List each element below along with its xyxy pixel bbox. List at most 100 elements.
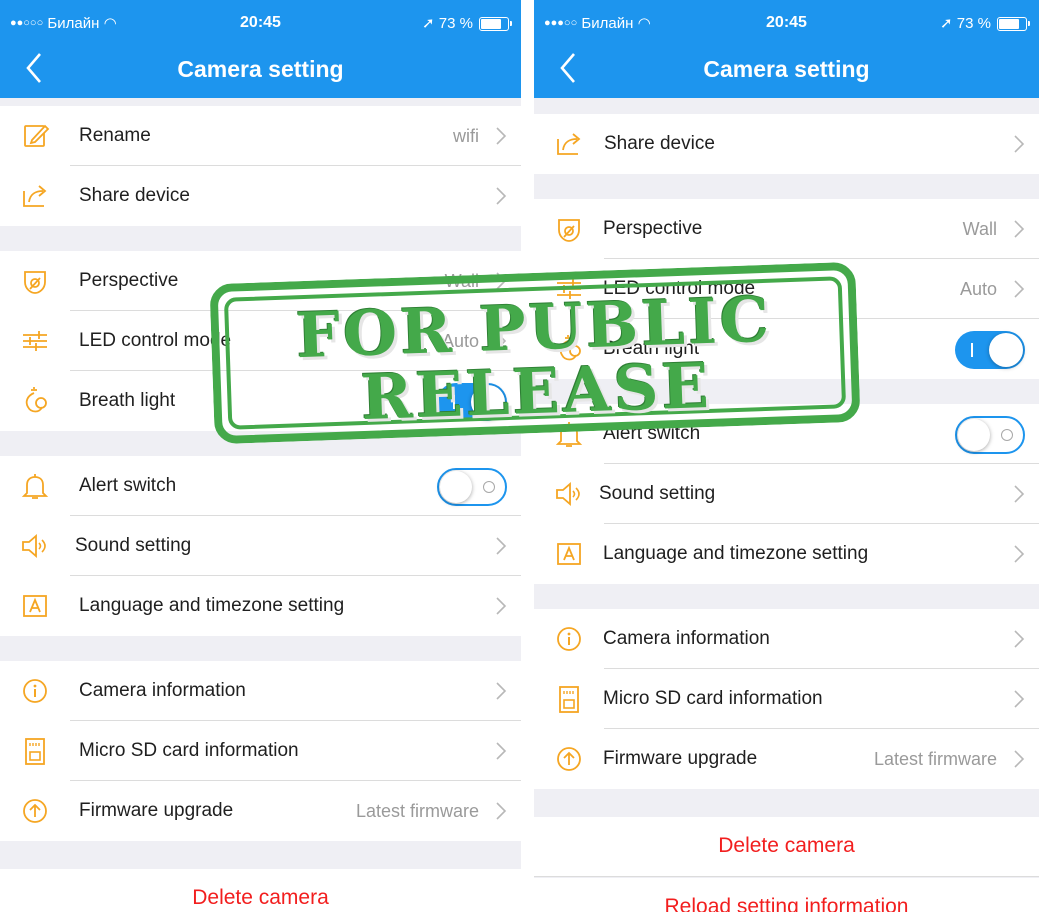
- row-camera-information[interactable]: Camera information: [0, 661, 521, 721]
- rename-icon: [20, 121, 50, 151]
- breath-light-icon: [20, 386, 50, 416]
- settings-list: Rename wifi Share device Perspective Wal…: [0, 98, 521, 912]
- row-share-device[interactable]: Share device: [0, 166, 521, 226]
- section-gap: [534, 584, 1039, 609]
- chevron-right-icon: [1013, 689, 1025, 709]
- status-bar: ●●○○○ Билайн ◠ 20:45 ➚ 73 %: [0, 14, 521, 36]
- chevron-right-icon: [495, 681, 507, 701]
- row-sound-setting[interactable]: Sound setting: [0, 516, 521, 576]
- row-label: Sound setting: [599, 483, 716, 504]
- chevron-right-icon: [495, 126, 507, 146]
- status-bar: ●●●○○ Билайн ◠ 20:45 ➚ 73 %: [534, 14, 1039, 36]
- row-value: wifi: [453, 126, 479, 146]
- alert-switch-toggle[interactable]: [955, 416, 1025, 454]
- section-gap: [0, 98, 521, 106]
- section-gap: [0, 841, 521, 869]
- sliders-icon: [20, 326, 50, 356]
- upgrade-arrow-icon: [20, 796, 50, 826]
- row-label: Perspective: [603, 218, 703, 239]
- info-icon: [554, 624, 584, 654]
- chevron-right-icon: [1013, 219, 1025, 239]
- left-phone-screen: ●●○○○ Билайн ◠ 20:45 ➚ 73 % Camera setti…: [0, 0, 521, 912]
- perspective-icon: [20, 266, 50, 296]
- section-gap: [0, 226, 521, 251]
- row-label: Perspective: [79, 270, 179, 291]
- section-gap: [534, 789, 1039, 817]
- row-micro-sd-card[interactable]: Micro SD card information: [534, 669, 1039, 729]
- row-label: Camera information: [79, 680, 246, 701]
- row-label: Sound setting: [75, 535, 192, 556]
- row-label: Firmware upgrade: [79, 800, 234, 821]
- row-label: Alert switch: [79, 475, 177, 496]
- alert-switch-toggle[interactable]: [437, 468, 507, 506]
- row-firmware-upgrade[interactable]: Firmware upgrade Latest firmware: [0, 781, 521, 841]
- row-label: Firmware upgrade: [603, 748, 758, 769]
- chevron-right-icon: [1013, 134, 1025, 154]
- sd-card-icon: [554, 684, 584, 714]
- row-label: Micro SD card information: [79, 740, 299, 761]
- language-icon: [554, 539, 584, 569]
- share-icon: [20, 181, 50, 211]
- chevron-right-icon: [495, 801, 507, 821]
- row-alert-switch: Alert switch: [0, 456, 521, 516]
- chevron-right-icon: [495, 536, 507, 556]
- battery-percent: ➚ 73 %: [940, 15, 991, 32]
- speaker-icon: [20, 531, 50, 561]
- breath-light-toggle[interactable]: [955, 331, 1025, 369]
- info-icon: [20, 676, 50, 706]
- chevron-right-icon: [1013, 279, 1025, 299]
- for-public-release-stamp: FOR PUBLIC RELEASE: [209, 262, 860, 444]
- row-rename[interactable]: Rename wifi: [0, 106, 521, 166]
- chevron-right-icon: [495, 186, 507, 206]
- settings-list: Share device Perspective Wall LED contro…: [534, 98, 1039, 912]
- row-firmware-upgrade[interactable]: Firmware upgrade Latest firmware: [534, 729, 1039, 789]
- row-micro-sd-card[interactable]: Micro SD card information: [0, 721, 521, 781]
- delete-camera-button[interactable]: Delete camera: [0, 869, 521, 912]
- section-gap: [0, 636, 521, 661]
- row-label: Share device: [79, 185, 190, 206]
- row-label: LED control mode: [79, 330, 232, 351]
- battery-icon: [997, 17, 1030, 31]
- row-label: Rename: [79, 125, 151, 146]
- row-label: Language and timezone setting: [79, 595, 345, 616]
- page-title: Camera setting: [177, 56, 344, 82]
- row-label: Share device: [604, 133, 715, 154]
- row-label: Language and timezone setting: [603, 543, 869, 564]
- row-value: Latest firmware: [873, 749, 997, 769]
- row-language-timezone[interactable]: Language and timezone setting: [0, 576, 521, 636]
- battery-percent: ➚ 73 %: [422, 15, 473, 32]
- share-icon: [554, 129, 584, 159]
- upgrade-arrow-icon: [554, 744, 584, 774]
- chevron-right-icon: [1013, 484, 1025, 504]
- language-icon: [20, 591, 50, 621]
- chevron-right-icon: [1013, 629, 1025, 649]
- delete-camera-button[interactable]: Delete camera: [534, 817, 1039, 877]
- speaker-icon: [554, 479, 584, 509]
- row-perspective[interactable]: Perspective Wall: [534, 199, 1039, 259]
- nav-header: ●●●○○ Билайн ◠ 20:45 ➚ 73 % Camera setti…: [534, 0, 1039, 98]
- chevron-right-icon: [495, 596, 507, 616]
- nav-header: ●●○○○ Билайн ◠ 20:45 ➚ 73 % Camera setti…: [0, 0, 521, 98]
- row-label: Breath light: [79, 390, 176, 411]
- row-share-device[interactable]: Share device: [534, 114, 1039, 174]
- page-title: Camera setting: [703, 56, 870, 82]
- section-gap: [534, 174, 1039, 199]
- reload-setting-button[interactable]: Reload setting information: [534, 878, 1039, 912]
- chevron-right-icon: [1013, 544, 1025, 564]
- battery-icon: [479, 17, 512, 31]
- row-value: Auto: [959, 279, 997, 299]
- sd-card-icon: [20, 736, 50, 766]
- row-language-timezone[interactable]: Language and timezone setting: [534, 524, 1039, 584]
- perspective-icon: [554, 214, 584, 244]
- row-value: Latest firmware: [355, 801, 479, 821]
- row-sound-setting[interactable]: Sound setting: [534, 464, 1039, 524]
- row-label: Micro SD card information: [603, 688, 823, 709]
- chevron-right-icon: [1013, 749, 1025, 769]
- row-camera-information[interactable]: Camera information: [534, 609, 1039, 669]
- section-gap: [534, 98, 1039, 114]
- row-value: Wall: [962, 219, 997, 239]
- row-label: Camera information: [603, 628, 770, 649]
- right-phone-screen: ●●●○○ Билайн ◠ 20:45 ➚ 73 % Camera setti…: [534, 0, 1039, 912]
- bell-icon: [20, 471, 50, 501]
- chevron-right-icon: [495, 741, 507, 761]
